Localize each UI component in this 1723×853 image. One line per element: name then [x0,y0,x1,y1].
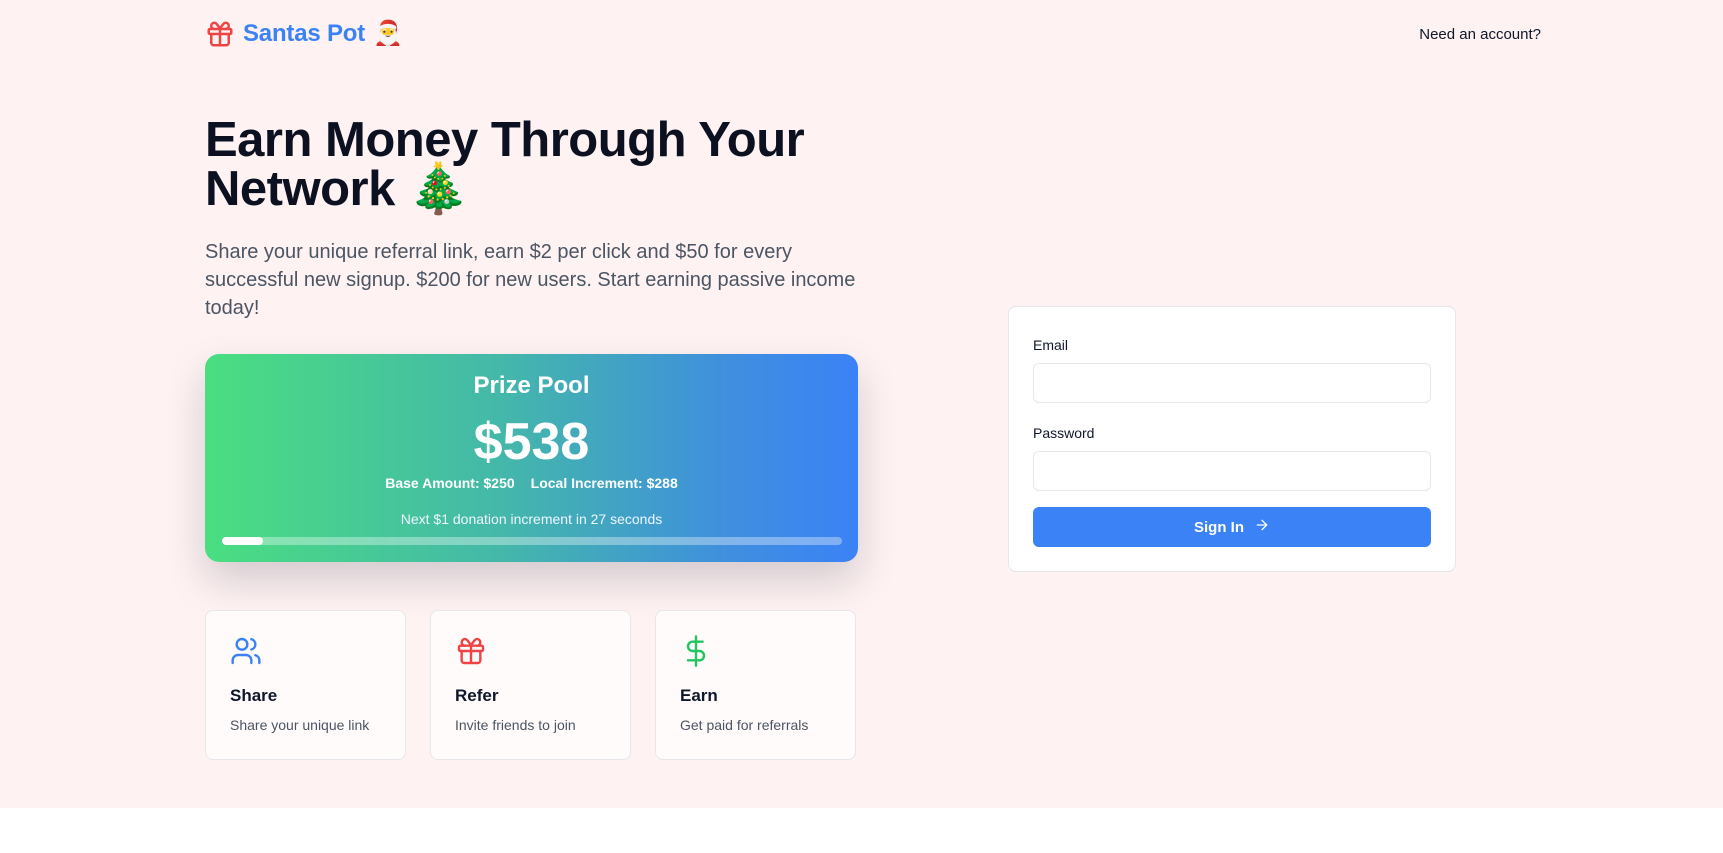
dollar-icon [680,635,712,667]
users-icon [230,635,262,667]
feature-title: Earn [680,686,718,705]
gift-icon [205,19,235,49]
arrow-right-icon [1254,517,1270,537]
local-increment: Local Increment: $288 [530,475,678,491]
header: Santas Pot 🎅 Need an account? [205,16,1541,52]
feature-card-earn: Earn Get paid for referrals [655,610,856,760]
next-increment-countdown: Next $1 donation increment in 27 seconds [400,511,663,527]
feature-description: Invite friends to join [455,717,576,733]
need-account-link[interactable]: Need an account? [1419,26,1541,43]
brand-logo[interactable]: Santas Pot 🎅 [205,19,403,49]
prize-breakdown: Base Amount: $250 Local Increment: $288 [205,475,858,491]
gift-icon [455,635,487,667]
prize-pool-card: Prize Pool $538 Base Amount: $250 Local … [205,354,858,562]
increment-progress-fill [222,537,263,545]
base-amount: Base Amount: $250 [385,475,515,491]
sign-in-label: Sign In [1194,518,1244,536]
increment-progress-bar [222,537,842,545]
feature-title: Refer [455,686,499,705]
page-background: Santas Pot 🎅 Need an account? Earn Money… [0,0,1723,808]
login-form: Email Password Sign In [1008,306,1456,572]
feature-card-refer: Refer Invite friends to join [430,610,631,760]
brand-name: Santas Pot [243,20,366,47]
feature-card-share: Share Share your unique link [205,610,406,760]
christmas-tree-emoji: 🎄 [407,162,469,216]
email-field[interactable] [1033,363,1431,403]
feature-description: Share your unique link [230,717,370,733]
hero-title-text: Earn Money Through Your Network [205,113,805,216]
santa-emoji: 🎅 [373,20,403,47]
hero-title: Earn Money Through Your Network 🎄 [205,116,905,214]
prize-pool-amount: $538 [473,413,590,471]
prize-pool-title: Prize Pool [473,372,590,399]
hero-subtitle: Share your unique referral link, earn $2… [205,241,856,319]
password-label: Password [1033,425,1095,441]
feature-description: Get paid for referrals [680,717,809,733]
password-field[interactable] [1033,451,1431,491]
sign-in-button[interactable]: Sign In [1033,507,1431,547]
feature-title: Share [230,686,278,705]
email-label: Email [1033,337,1069,353]
